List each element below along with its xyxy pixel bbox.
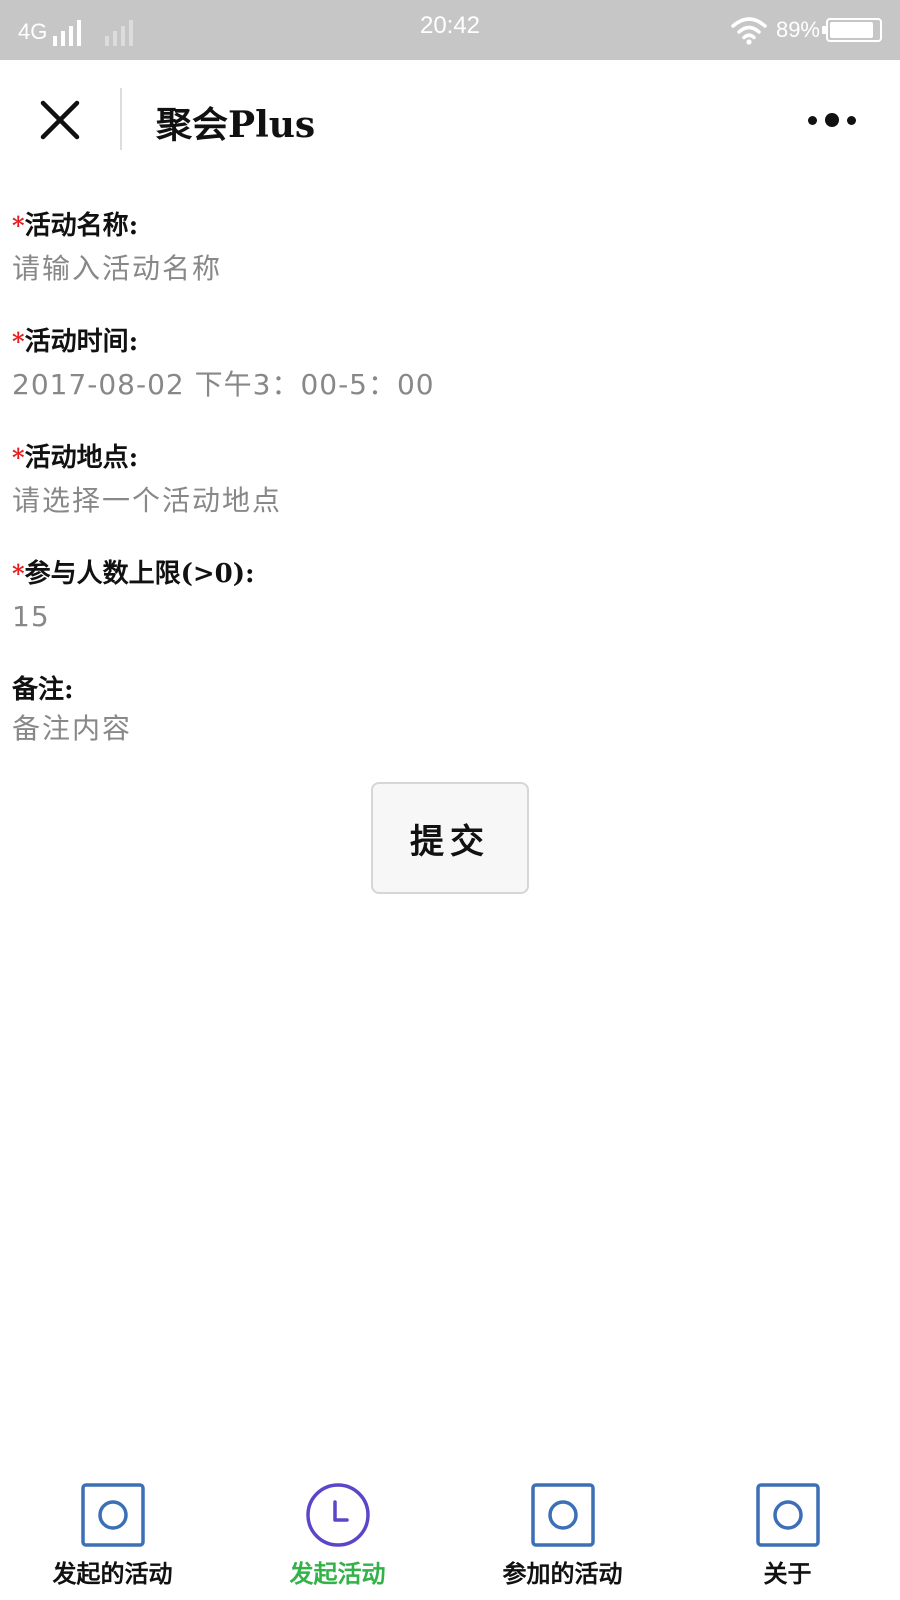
required-marker: * (12, 443, 25, 472)
status-bar: 4G 20:42 89% (0, 0, 900, 60)
square-circle-icon (530, 1483, 595, 1547)
tab-label: 发起的活动 (52, 1559, 173, 1588)
tab-joined-activities[interactable]: 参加的活动 (450, 1470, 675, 1600)
field-label: *参与人数上限(>0): (12, 556, 888, 592)
page-title: 聚会Plus (156, 104, 316, 146)
notes-input[interactable]: 备注内容 (12, 708, 888, 750)
capacity-label: 参与人数上限(>0): (24, 559, 255, 589)
battery-icon (822, 18, 882, 42)
field-activity-location: *活动地点: 请选择一个活动地点 (12, 440, 888, 526)
page: 4G 20:42 89% 聚会Plus *活动名称: 请输入活动名称 *活动时间… (0, 0, 900, 1600)
title-divider (120, 88, 122, 150)
activity-location-label: 活动地点: (24, 443, 139, 473)
activity-time-label: 活动时间: (24, 327, 139, 357)
notes-label: 备注: (12, 675, 74, 705)
activity-name-input[interactable]: 请输入活动名称 (12, 244, 888, 294)
field-activity-name: *活动名称: 请输入活动名称 (12, 208, 888, 294)
tab-label: 发起活动 (289, 1559, 386, 1588)
required-marker: * (12, 211, 25, 240)
field-activity-time: *活动时间: 2017-08-02 下午3：00-5：00 (12, 324, 888, 410)
submit-wrap: 提交 (0, 782, 900, 894)
more-dots-icon-center (825, 113, 839, 127)
submit-button[interactable]: 提交 (371, 782, 529, 894)
capacity-input[interactable]: 15 (12, 592, 888, 642)
more-dots-icon (808, 115, 817, 125)
close-button[interactable] (30, 90, 90, 150)
required-marker: * (12, 327, 25, 356)
field-label: *活动地点: (12, 440, 888, 476)
more-dots-icon-right (847, 115, 856, 125)
activity-location-picker[interactable]: 请选择一个活动地点 (12, 476, 888, 526)
battery-fill (830, 22, 873, 38)
field-notes: 备注: 备注内容 (12, 672, 888, 750)
activity-time-picker[interactable]: 2017-08-02 下午3：00-5：00 (12, 360, 888, 410)
tab-bar: 发起的活动 发起活动 参加的活动 关于 (0, 1470, 900, 1600)
title-bar: 聚会Plus (0, 60, 900, 180)
activity-name-label: 活动名称: (24, 211, 139, 241)
field-capacity: *参与人数上限(>0): 15 (12, 556, 888, 642)
close-icon (40, 100, 80, 140)
battery-percent: 89% (775, 17, 820, 42)
clock-icon (305, 1483, 370, 1547)
square-circle-icon (80, 1483, 145, 1547)
tab-create-activity[interactable]: 发起活动 (225, 1470, 450, 1600)
required-marker: * (12, 559, 25, 588)
activity-form: *活动名称: 请输入活动名称 *活动时间: 2017-08-02 下午3：00-… (12, 208, 888, 750)
wifi-icon (731, 17, 767, 45)
tab-about[interactable]: 关于 (675, 1470, 900, 1600)
square-circle-icon (755, 1483, 820, 1547)
more-menu-button[interactable] (802, 104, 862, 136)
tab-created-activities[interactable]: 发起的活动 (0, 1470, 225, 1600)
tab-label: 关于 (763, 1559, 812, 1588)
field-label: *活动名称: (12, 208, 888, 244)
field-label: *活动时间: (12, 324, 888, 360)
status-right: 89% (730, 12, 882, 48)
tab-label: 参加的活动 (502, 1559, 623, 1588)
